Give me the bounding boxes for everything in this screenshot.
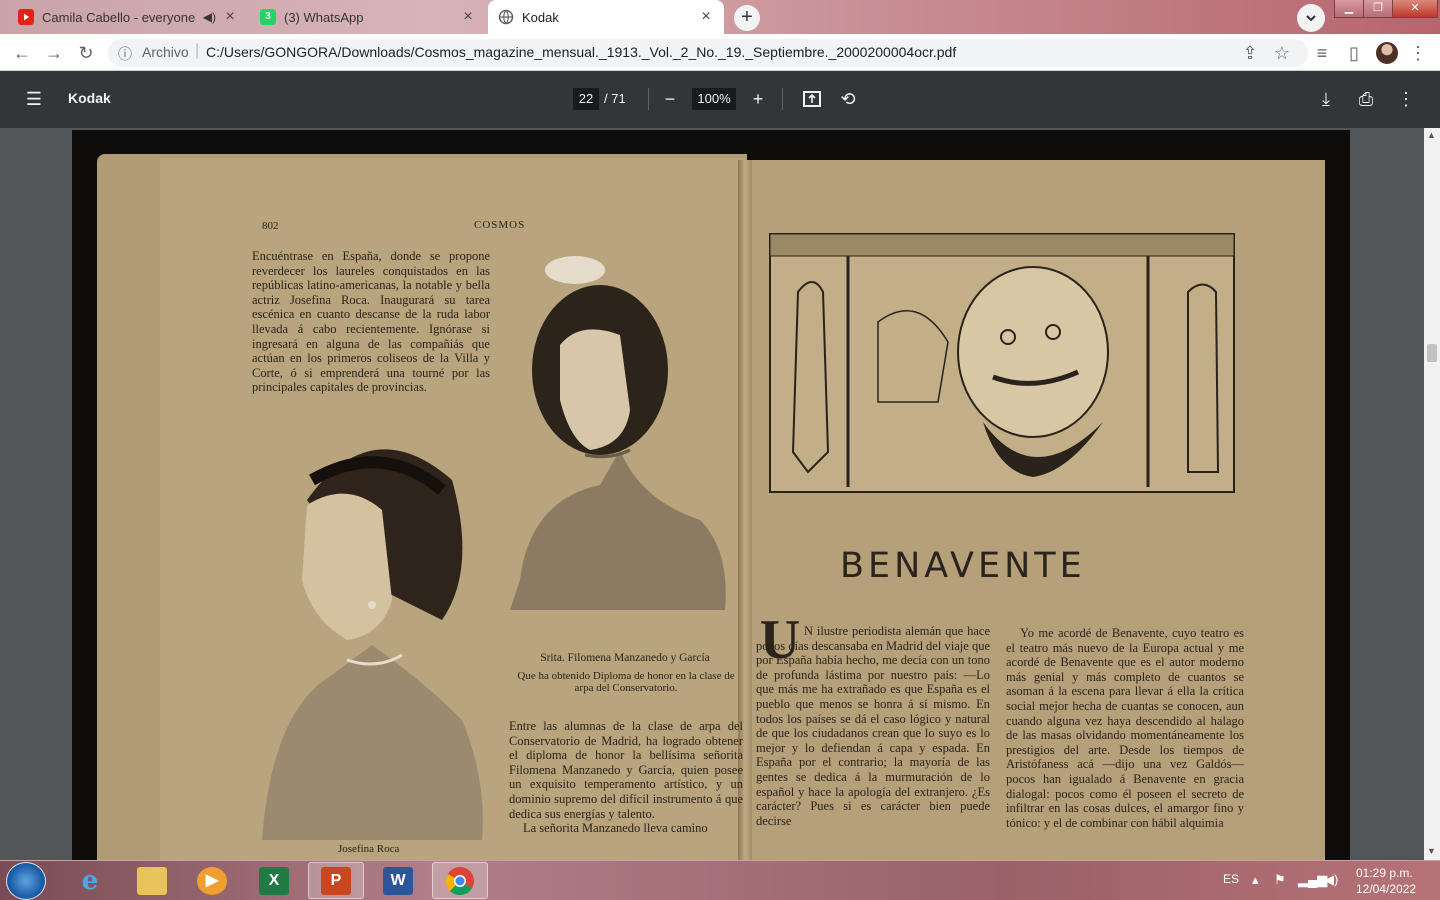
whatsapp-icon: 3 — [260, 9, 276, 25]
word-icon[interactable]: W — [370, 862, 426, 899]
info-icon[interactable]: ⓘ — [118, 44, 132, 64]
tab-search-button[interactable] — [1297, 4, 1325, 32]
show-hidden-icons[interactable]: ▴ — [1252, 872, 1259, 888]
side-panel-icon[interactable]: ▯ — [1342, 41, 1366, 65]
chrome-icon[interactable] — [432, 862, 488, 899]
page-number: 802 — [262, 220, 279, 232]
volume-icon[interactable]: ◀) — [1324, 872, 1338, 888]
minimize-button[interactable]: ▁ — [1334, 0, 1364, 18]
scrollbar-thumb[interactable] — [1427, 344, 1437, 362]
scrollbar[interactable] — [1424, 128, 1440, 860]
zoom-out-icon[interactable]: − — [658, 87, 682, 111]
powerpoint-icon[interactable]: P — [308, 862, 364, 899]
zoom-input[interactable]: 100% — [692, 88, 736, 110]
portrait-filomena-manzanedo — [510, 256, 726, 610]
more-options-icon[interactable]: ⋮ — [1394, 87, 1418, 111]
page-number-input[interactable]: 22 — [573, 88, 599, 110]
close-tab-icon[interactable]: × — [698, 9, 714, 25]
explorer-icon[interactable] — [124, 862, 180, 899]
clock-date[interactable]: 12/04/2022 — [1356, 882, 1416, 896]
start-button[interactable] — [6, 862, 46, 900]
media-player-icon[interactable]: ▶ — [184, 862, 240, 899]
media-control-icon[interactable]: ≡ — [1310, 41, 1334, 65]
portrait-josefina-roca — [262, 449, 483, 840]
ie-icon[interactable]: e — [62, 862, 118, 899]
article-column-1: N ilustre periodista alemán que hace poc… — [756, 624, 990, 828]
maximize-button[interactable]: ❐ — [1363, 0, 1393, 18]
benavente-caricature-illustration — [769, 233, 1235, 493]
excel-icon[interactable]: X — [246, 862, 302, 899]
zoom-in-icon[interactable]: + — [746, 87, 770, 111]
tab-title: (3) WhatsApp — [284, 9, 364, 25]
tab-whatsapp[interactable]: 3 (3) WhatsApp × — [250, 0, 486, 34]
caption-josefina-roca: Josefina Roca — [338, 843, 400, 855]
scroll-up-icon[interactable]: ▲ — [1427, 130, 1436, 140]
close-window-button[interactable]: ✕ — [1392, 0, 1438, 18]
speaker-icon[interactable]: ◀︎) — [203, 10, 216, 24]
url-text[interactable]: C:/Users/GONGORA/Downloads/Cosmos_magazi… — [206, 44, 956, 60]
article-paragraph: Encuéntrase en España, donde se propone … — [252, 249, 490, 395]
caption-subtitle: Que ha obtenido Diploma de honor en la c… — [517, 670, 735, 694]
url-scheme-label: Archivo — [142, 44, 189, 60]
article-title: BENAVENTE — [840, 546, 1086, 586]
new-tab-button[interactable]: + — [734, 5, 760, 31]
close-tab-icon[interactable]: × — [460, 9, 476, 25]
bookmark-star-icon[interactable]: ☆ — [1270, 41, 1294, 65]
paragraph-text: Entre las alumnas de la clase de arpa de… — [509, 719, 743, 821]
caption-title: Srita. Filomena Manzanedo y García — [540, 652, 710, 664]
running-header: COSMOS — [474, 219, 526, 231]
page-total: / 71 — [604, 91, 626, 106]
divider — [648, 88, 649, 110]
action-center-flag-icon[interactable]: ⚑ — [1274, 872, 1286, 888]
menu-kebab-icon[interactable]: ⋮ — [1406, 41, 1430, 65]
hamburger-menu-icon[interactable]: ☰ — [22, 87, 46, 111]
network-signal-icon[interactable]: ▂▄▆ — [1298, 872, 1327, 888]
tab-title: Kodak — [522, 9, 559, 25]
forward-icon[interactable]: → — [42, 41, 66, 65]
paragraph-text: La señorita Manzanedo lleva camino — [523, 821, 708, 836]
fit-page-icon[interactable] — [800, 87, 824, 111]
rotate-icon[interactable]: ⟲ — [836, 87, 860, 111]
share-icon[interactable]: ⇪ — [1238, 41, 1262, 65]
globe-icon — [498, 9, 514, 25]
clock-time[interactable]: 01:29 p.m. — [1356, 866, 1413, 880]
reload-icon[interactable]: ↻ — [74, 41, 98, 65]
scroll-down-icon[interactable]: ▼ — [1427, 846, 1436, 856]
tab-kodak[interactable]: Kodak × — [488, 0, 724, 34]
pdf-title: Kodak — [68, 90, 111, 106]
back-icon[interactable]: ← — [10, 41, 34, 65]
print-icon[interactable]: ⎙ — [1354, 87, 1378, 111]
url-separator: | — [195, 42, 200, 59]
language-indicator[interactable]: ES — [1223, 872, 1239, 886]
download-icon[interactable]: ⤓ — [1314, 87, 1338, 111]
article-paragraph: Entre las alumnas de la clase de arpa de… — [509, 719, 743, 836]
tab-youtube[interactable]: Camila Cabello - everyone at ◀︎) × — [8, 0, 248, 34]
close-tab-icon[interactable]: × — [222, 9, 238, 25]
avatar[interactable] — [1376, 42, 1398, 64]
article-column-2: Yo me acordé de Benavente, cuyo teatro e… — [1006, 626, 1244, 830]
tab-title: Camila Cabello - everyone at — [42, 9, 197, 25]
divider — [782, 88, 783, 110]
youtube-icon — [18, 9, 34, 25]
